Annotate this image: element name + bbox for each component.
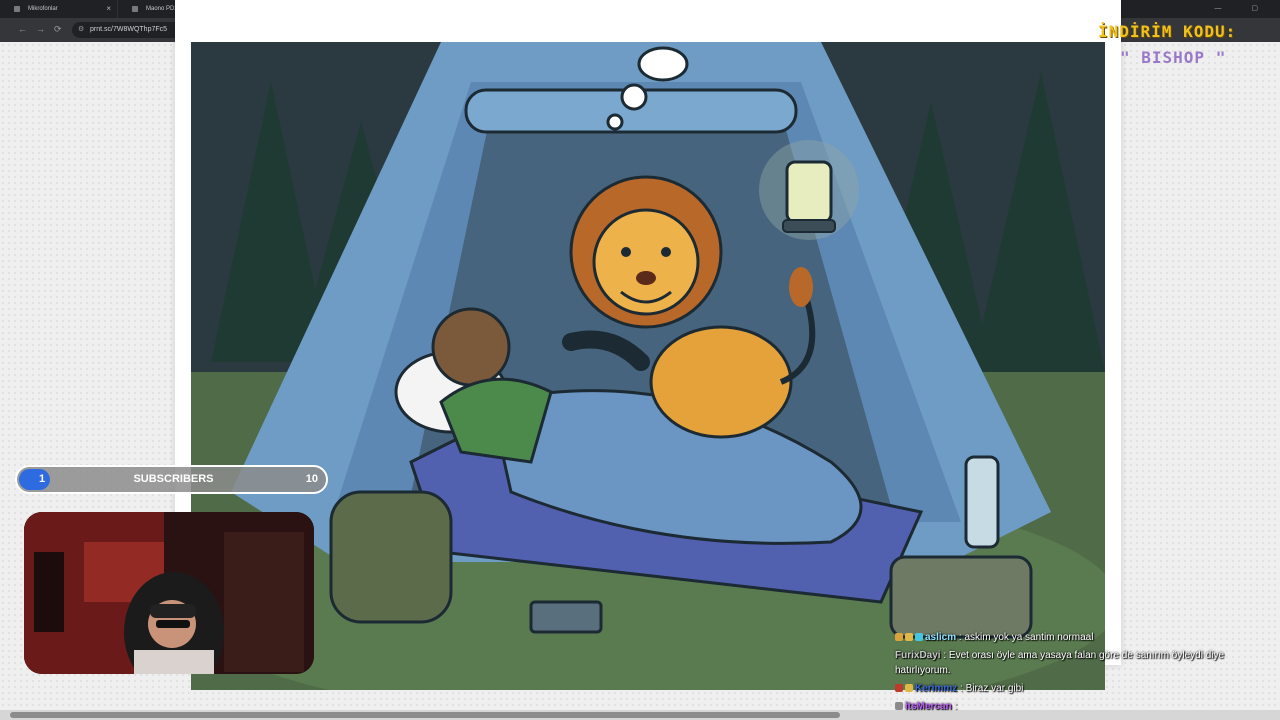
chat-badge-icon [905, 633, 913, 641]
promo-code-value: " BISHOP " [1120, 48, 1227, 67]
tab-favicon-icon [14, 6, 20, 12]
close-icon[interactable]: × [106, 0, 111, 18]
chat-badge-icon [895, 702, 903, 710]
reload-icon[interactable]: ⟳ [54, 24, 62, 35]
back-icon[interactable]: ← [18, 24, 27, 34]
subscriber-goal: 10 [305, 473, 318, 485]
chat-overlay: aslicm : askim yok ya santim normaal Furi… [895, 630, 1255, 717]
webcam-overlay [24, 512, 314, 674]
chat-username: FurixDayi [895, 650, 941, 661]
forward-icon[interactable]: → [36, 24, 45, 34]
chat-text: : [954, 701, 958, 712]
subscriber-goal-bar: 1 SUBSCRIBERS 10 [15, 465, 328, 494]
promo-code-label: İNDİRİM KODU: [1098, 22, 1237, 41]
tab-favicon-icon [132, 6, 138, 12]
chat-username: Kerimmz [915, 683, 958, 694]
chat-badge-icon [905, 684, 913, 692]
site-info-icon[interactable]: ⚙ [78, 22, 84, 38]
browser-tab[interactable]: Mikrofonlar × [0, 0, 118, 18]
chat-username: aslicm [925, 632, 957, 643]
chat-text: : Evet orası öyle ama yasaya falan göre … [895, 650, 1225, 676]
tab-label: Mikrofonlar [28, 6, 58, 12]
chat-badge-icon [915, 633, 923, 641]
horizontal-scroll-thumb[interactable] [10, 712, 840, 718]
chat-username: itsMercan [905, 701, 952, 712]
chat-message: aslicm : askim yok ya santim normaal [895, 630, 1255, 645]
webcam-scene [24, 512, 314, 674]
chat-text: : askim yok ya santim normaal [958, 632, 1094, 643]
window-controls[interactable]: — ▢ [1214, 0, 1272, 18]
subscriber-label: SUBSCRIBERS [133, 473, 214, 485]
lion-tent-illustration [191, 42, 1105, 690]
chat-message: FurixDayi : Evet orası öyle ama yasaya f… [895, 648, 1255, 678]
chat-text: : Biraz var gibi [960, 683, 1024, 694]
chat-message: itsMercan : [895, 699, 1255, 714]
url-text: prnt.sc/7W8WQThp7Fc5 [90, 26, 168, 33]
chat-message: Kerimmz : Biraz var gibi [895, 681, 1255, 696]
chat-badge-icon [895, 633, 903, 641]
chat-badge-icon [895, 684, 903, 692]
screenshot-image [191, 42, 1105, 690]
